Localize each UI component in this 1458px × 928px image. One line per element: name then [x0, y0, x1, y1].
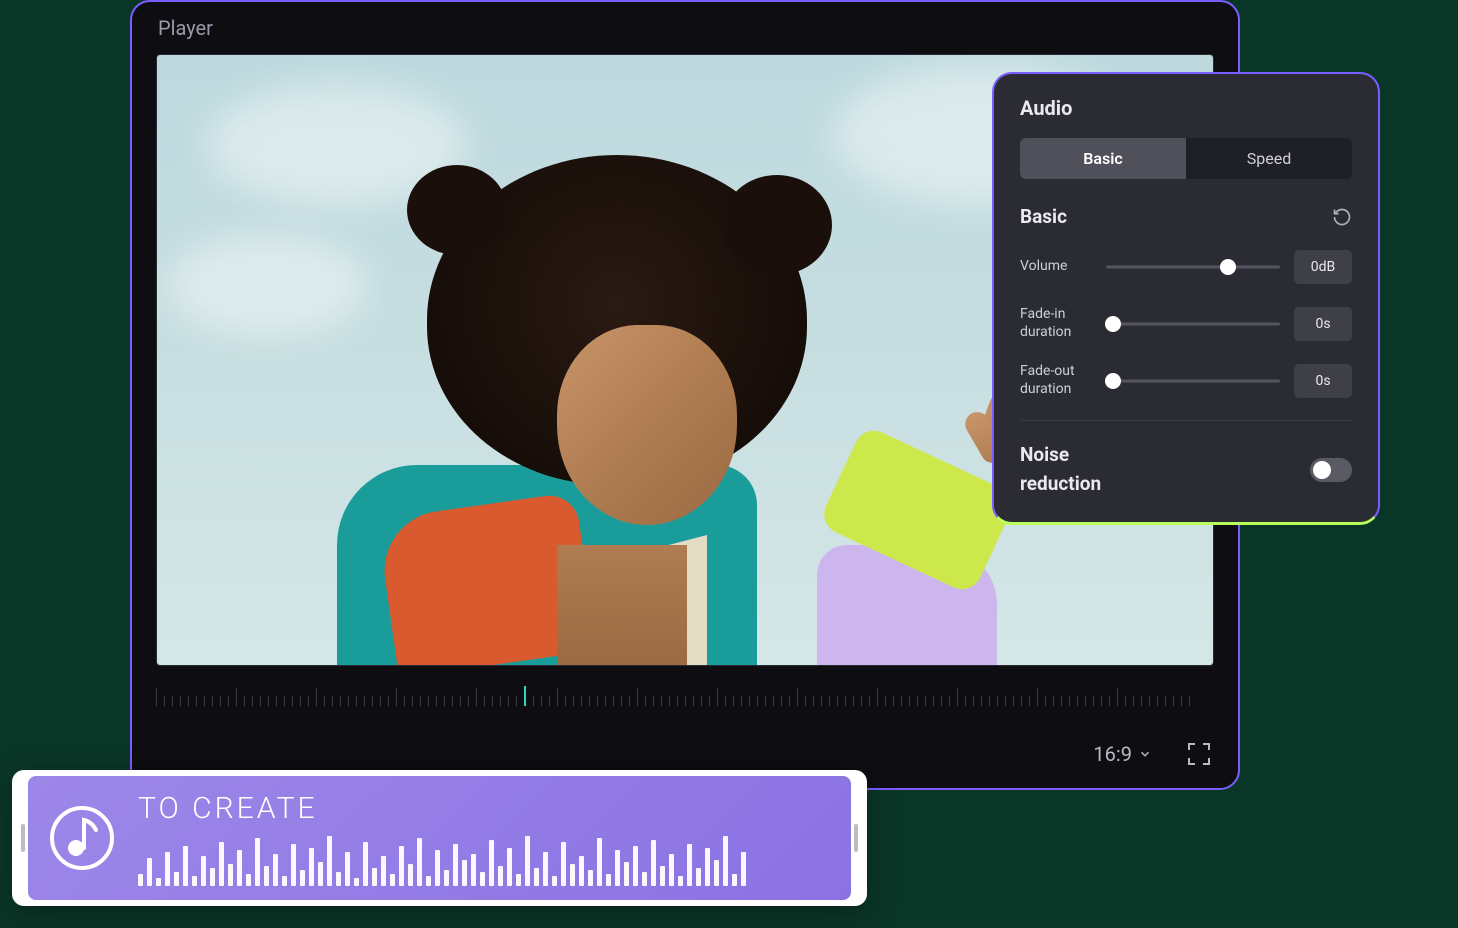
noise-reduction-toggle[interactable]	[1310, 458, 1352, 482]
volume-label: Volume	[1020, 258, 1092, 276]
tab-speed[interactable]: Speed	[1186, 138, 1352, 179]
music-note-icon	[46, 802, 118, 874]
fade-out-label: Fade-out duration	[1020, 363, 1092, 398]
fade-out-slider[interactable]	[1106, 371, 1280, 391]
waveform	[138, 834, 833, 886]
volume-slider[interactable]	[1106, 257, 1280, 277]
clip-trim-handle-right[interactable]	[851, 776, 861, 900]
clip-label: TO CREATE	[138, 791, 833, 826]
volume-value-input[interactable]: 0dB	[1294, 250, 1352, 284]
fade-in-control: Fade-in duration 0s	[1020, 306, 1352, 341]
audio-panel: Audio Basic Speed Basic Volume 0dB Fade-…	[992, 72, 1380, 525]
basic-section-title: Basic	[1020, 205, 1067, 228]
slider-thumb[interactable]	[1220, 259, 1236, 275]
clip-trim-handle-left[interactable]	[18, 776, 28, 900]
player-title: Player	[132, 2, 1238, 54]
fade-out-control: Fade-out duration 0s	[1020, 363, 1352, 398]
slider-thumb[interactable]	[1105, 373, 1121, 389]
fade-in-label: Fade-in duration	[1020, 306, 1092, 341]
fullscreen-button[interactable]	[1188, 743, 1210, 765]
tab-basic[interactable]: Basic	[1020, 138, 1186, 179]
timeline-ruler[interactable]	[156, 678, 1214, 706]
chevron-down-icon	[1138, 742, 1152, 766]
volume-control: Volume 0dB	[1020, 250, 1352, 284]
noise-reduction-control: Noise reduction	[1020, 441, 1352, 498]
reset-button[interactable]	[1332, 207, 1352, 227]
noise-reduction-label: Noise reduction	[1020, 441, 1140, 498]
aspect-ratio-value: 16:9	[1093, 742, 1132, 766]
aspect-ratio-selector[interactable]: 16:9	[1093, 742, 1152, 766]
reset-icon	[1332, 207, 1352, 227]
audio-tabs: Basic Speed	[1020, 138, 1352, 179]
slider-thumb[interactable]	[1105, 316, 1121, 332]
fullscreen-icon	[1188, 743, 1195, 750]
fade-out-value-input[interactable]: 0s	[1294, 364, 1352, 398]
clip-body[interactable]: TO CREATE	[28, 776, 851, 900]
divider	[1020, 420, 1352, 421]
fade-in-slider[interactable]	[1106, 314, 1280, 334]
toggle-knob	[1313, 461, 1331, 479]
audio-panel-title: Audio	[1020, 96, 1352, 120]
audio-clip[interactable]: TO CREATE	[12, 770, 867, 906]
fade-in-value-input[interactable]: 0s	[1294, 307, 1352, 341]
